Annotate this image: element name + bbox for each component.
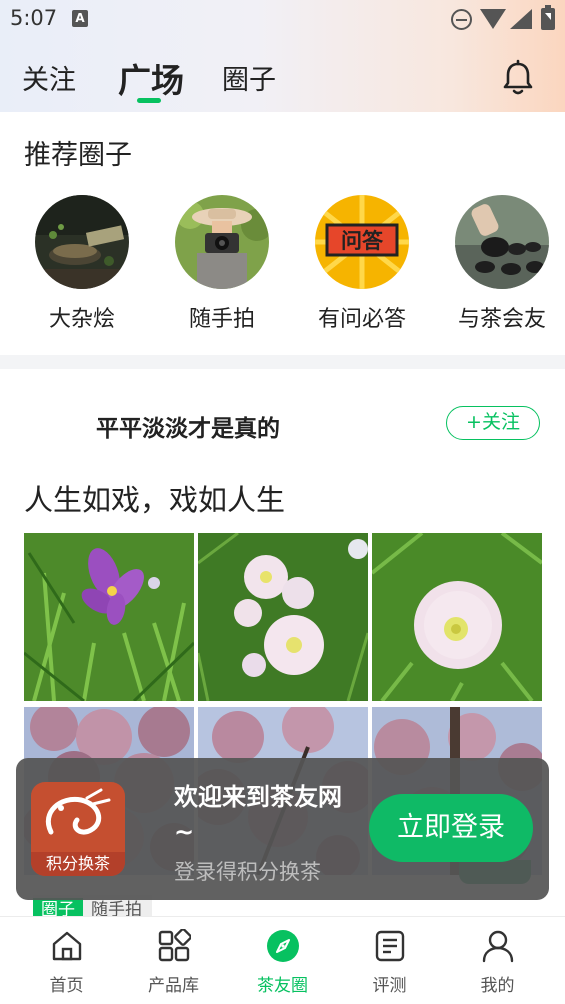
- nav-label-reviews: 评测: [372, 976, 407, 996]
- cell-signal-icon: [510, 9, 532, 29]
- banner-welcome-title: 欢迎来到茶友网~: [174, 783, 342, 846]
- circle-avatar-snapshots: [175, 195, 269, 289]
- circle-item-tea-friends[interactable]: 与茶会友: [442, 195, 562, 335]
- circle-avatar-tea-friends: [455, 195, 549, 289]
- notification-a-icon: A: [72, 10, 88, 27]
- home-icon: [52, 931, 82, 961]
- nav-item-home[interactable]: 首页: [10, 917, 123, 1004]
- top-tab-bar: 关注 广场 圈子: [0, 52, 565, 104]
- tab-follow[interactable]: 关注: [22, 58, 76, 97]
- login-button[interactable]: 立即登录: [369, 794, 533, 862]
- circle-avatar-miscellany: [35, 195, 129, 289]
- circle-item-snapshots[interactable]: 随手拍: [162, 195, 282, 335]
- app-logo: 积分换茶: [31, 782, 125, 876]
- tab-circles[interactable]: 圈子: [222, 58, 276, 97]
- wifi-icon: [480, 9, 506, 29]
- post-text[interactable]: 人生如戏，戏如人生: [24, 477, 285, 519]
- recommended-circles-title: 推荐圈子: [24, 140, 132, 171]
- nav-label-products: 产品库: [148, 976, 199, 996]
- circle-label-miscellany: 大杂烩: [48, 307, 115, 332]
- circle-label-tea-friends: 与茶会友: [457, 307, 546, 332]
- active-tab-indicator: [137, 98, 161, 103]
- nav-item-mine[interactable]: 我的: [441, 917, 554, 1004]
- post-photo-3[interactable]: [372, 533, 542, 701]
- circle-label-snapshots: 随手拍: [188, 307, 255, 332]
- circle-avatar-qa: 问答: [315, 195, 409, 289]
- banner-subtitle: 登录得积分换茶: [174, 860, 321, 884]
- post-author-name[interactable]: 平平淡淡才是真的: [96, 409, 280, 443]
- app-logo-text: 积分换茶: [31, 852, 125, 876]
- tab-square[interactable]: 广场: [118, 54, 184, 102]
- nav-label-mine: 我的: [480, 976, 515, 996]
- person-icon: [482, 930, 514, 963]
- status-bar: 5:07 A: [0, 0, 565, 40]
- nav-item-products[interactable]: 产品库: [117, 917, 230, 1004]
- circle-item-qa[interactable]: 问答 有问必答: [302, 195, 422, 335]
- qa-badge-text: 问答: [341, 229, 384, 253]
- grid-icon: [158, 929, 191, 962]
- bell-icon[interactable]: [498, 58, 538, 98]
- post-photo-2[interactable]: [198, 533, 368, 701]
- circle-label-qa: 有问必答: [317, 307, 406, 332]
- battery-charging-icon: [541, 5, 555, 30]
- circle-item-miscellany[interactable]: 大杂烩: [22, 195, 142, 335]
- login-promo-banner: 积分换茶 欢迎来到茶友网~ 登录得积分换茶 立即登录: [16, 758, 549, 900]
- do-not-disturb-icon: [451, 9, 472, 30]
- nav-label-home: 首页: [49, 976, 84, 996]
- document-icon: [375, 930, 405, 962]
- dragon-logo-icon: [45, 788, 111, 835]
- compass-icon: [267, 930, 299, 962]
- nav-label-tea-circle: 茶友圈: [257, 976, 308, 996]
- bottom-navigation: 首页 产品库 茶友圈 评测 我的: [0, 916, 565, 1004]
- post-photo-1[interactable]: [24, 533, 194, 701]
- status-time: 5:07: [10, 6, 58, 30]
- follow-button[interactable]: +关注: [446, 406, 540, 440]
- section-divider: [0, 355, 565, 369]
- nav-item-reviews[interactable]: 评测: [333, 917, 446, 1004]
- nav-item-tea-circle[interactable]: 茶友圈: [226, 917, 339, 1004]
